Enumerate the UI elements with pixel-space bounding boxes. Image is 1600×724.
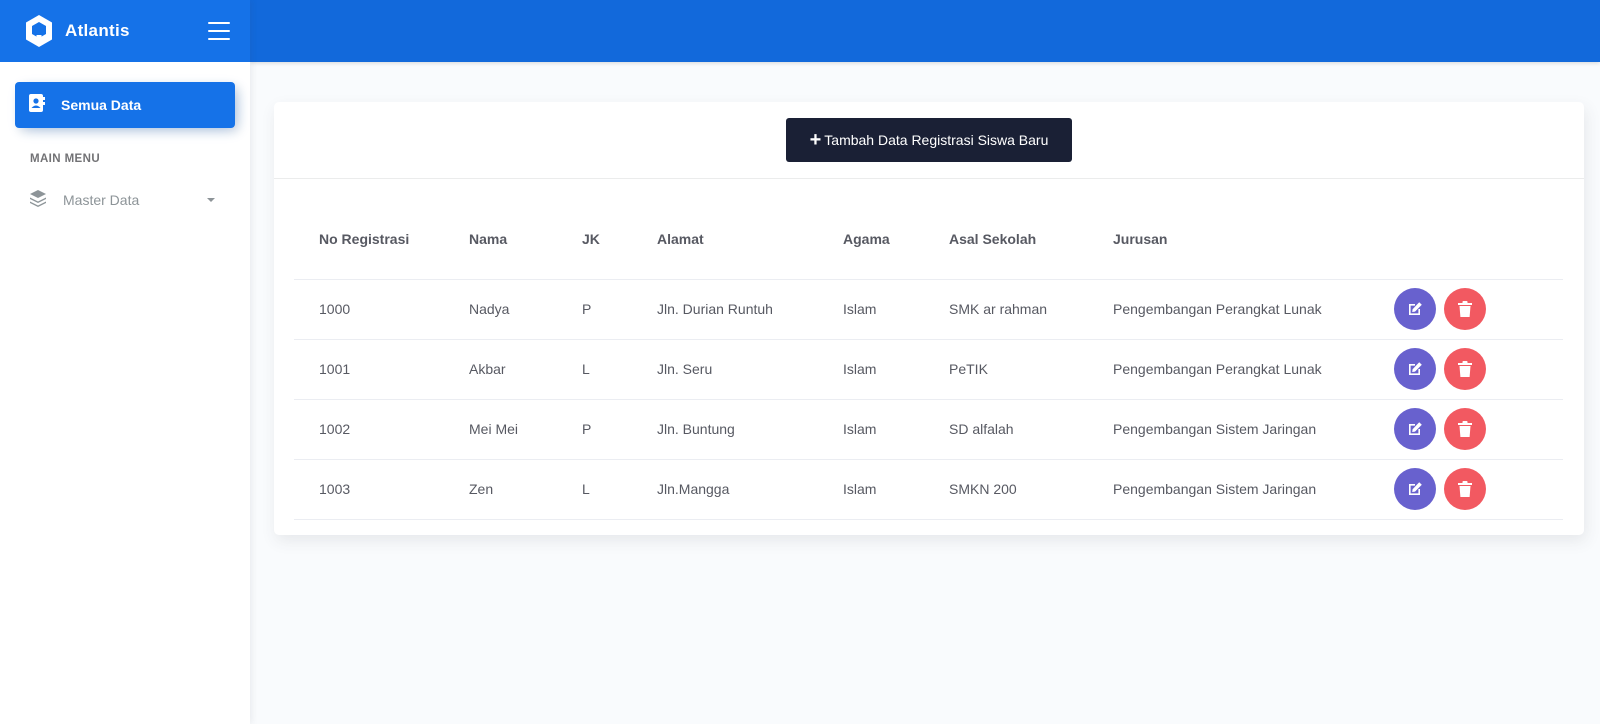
cell-jk: P xyxy=(557,399,632,460)
card-header: + Tambah Data Registrasi Siswa Baru xyxy=(274,102,1584,179)
menu-toggle-icon[interactable] xyxy=(208,22,230,40)
edit-icon xyxy=(1409,302,1422,315)
card-body: No Registrasi Nama JK Alamat Agama Asal … xyxy=(274,179,1584,520)
cell-alamat: Jln. Durian Runtuh xyxy=(632,279,818,340)
edit-icon xyxy=(1409,422,1422,435)
edit-button[interactable] xyxy=(1394,288,1436,330)
caret-down-icon[interactable] xyxy=(207,198,215,202)
registration-table: No Registrasi Nama JK Alamat Agama Asal … xyxy=(294,199,1563,520)
top-navbar xyxy=(250,0,1600,62)
edit-icon xyxy=(1409,362,1422,375)
cell-asal-sekolah: SD alfalah xyxy=(924,399,1088,460)
add-registration-button[interactable]: + Tambah Data Registrasi Siswa Baru xyxy=(785,118,1073,162)
cell-asal-sekolah: SMK ar rahman xyxy=(924,279,1088,340)
column-header: Asal Sekolah xyxy=(924,199,1088,280)
table-header-row: No Registrasi Nama JK Alamat Agama Asal … xyxy=(294,199,1563,280)
cell-jk: P xyxy=(557,279,632,340)
cell-no-registrasi: 1002 xyxy=(294,399,444,460)
cell-agama: Islam xyxy=(818,339,924,400)
column-header: No Registrasi xyxy=(294,199,444,280)
delete-button[interactable] xyxy=(1444,288,1486,330)
cell-no-registrasi: 1003 xyxy=(294,459,444,520)
layers-icon xyxy=(29,189,47,212)
edit-icon xyxy=(1409,482,1422,495)
cell-nama: Zen xyxy=(444,459,557,520)
sidebar-item-label: Semua Data xyxy=(61,97,142,113)
column-header: Alamat xyxy=(632,199,818,280)
table-row: 1003 Zen L Jln.Mangga Islam SMKN 200 Pen… xyxy=(294,459,1563,520)
cell-jk: L xyxy=(557,339,632,400)
sidebar-item-label: Master Data xyxy=(63,192,140,208)
cell-agama: Islam xyxy=(818,399,924,460)
cell-jurusan: Pengembangan Sistem Jaringan xyxy=(1088,399,1369,460)
cell-asal-sekolah: PeTIK xyxy=(924,339,1088,400)
cell-actions xyxy=(1369,399,1563,460)
edit-button[interactable] xyxy=(1394,468,1436,510)
cell-actions xyxy=(1369,279,1563,340)
cell-agama: Islam xyxy=(818,279,924,340)
cell-no-registrasi: 1001 xyxy=(294,339,444,400)
column-header: Agama xyxy=(818,199,924,280)
column-header: JK xyxy=(557,199,632,280)
cell-alamat: Jln. Buntung xyxy=(632,399,818,460)
table-row: 1000 Nadya P Jln. Durian Runtuh Islam SM… xyxy=(294,279,1563,340)
logo-header: Atlantis xyxy=(0,0,250,62)
section-title-main-menu: MAIN MENU xyxy=(30,153,101,165)
table-row: 1002 Mei Mei P Jln. Buntung Islam SD alf… xyxy=(294,399,1563,460)
delete-button[interactable] xyxy=(1444,468,1486,510)
sidebar-item-master-data[interactable]: Master Data xyxy=(15,187,235,213)
edit-button[interactable] xyxy=(1394,348,1436,390)
cell-asal-sekolah: SMKN 200 xyxy=(924,459,1088,520)
sidebar-item-semua-data[interactable]: Semua Data xyxy=(15,82,235,128)
sidebar: Atlantis Semua Data MAIN MENU Master Dat… xyxy=(0,0,250,724)
cell-alamat: Jln. Seru xyxy=(632,339,818,400)
brand-name[interactable]: Atlantis xyxy=(65,21,130,41)
cell-jurusan: Pengembangan Sistem Jaringan xyxy=(1088,459,1369,520)
column-header-actions xyxy=(1369,199,1563,280)
edit-button[interactable] xyxy=(1394,408,1436,450)
delete-button[interactable] xyxy=(1444,408,1486,450)
trash-icon xyxy=(1458,481,1472,497)
trash-icon xyxy=(1458,361,1472,377)
plus-icon: + xyxy=(809,129,822,151)
add-button-label: Tambah Data Registrasi Siswa Baru xyxy=(824,132,1049,148)
column-header: Jurusan xyxy=(1088,199,1369,280)
cell-nama: Akbar xyxy=(444,339,557,400)
cell-nama: Mei Mei xyxy=(444,399,557,460)
cell-jurusan: Pengembangan Perangkat Lunak xyxy=(1088,279,1369,340)
content-card: + Tambah Data Registrasi Siswa Baru No R… xyxy=(274,102,1584,535)
cell-actions xyxy=(1369,339,1563,400)
contact-card-icon xyxy=(29,93,45,117)
cell-jurusan: Pengembangan Perangkat Lunak xyxy=(1088,339,1369,400)
trash-icon xyxy=(1458,421,1472,437)
cell-actions xyxy=(1369,459,1563,520)
cell-no-registrasi: 1000 xyxy=(294,279,444,340)
table-row: 1001 Akbar L Jln. Seru Islam PeTIK Penge… xyxy=(294,339,1563,400)
atlantis-logo-icon[interactable] xyxy=(24,13,56,49)
delete-button[interactable] xyxy=(1444,348,1486,390)
cell-agama: Islam xyxy=(818,459,924,520)
cell-jk: L xyxy=(557,459,632,520)
trash-icon xyxy=(1458,301,1472,317)
cell-nama: Nadya xyxy=(444,279,557,340)
cell-alamat: Jln.Mangga xyxy=(632,459,818,520)
column-header: Nama xyxy=(444,199,557,280)
